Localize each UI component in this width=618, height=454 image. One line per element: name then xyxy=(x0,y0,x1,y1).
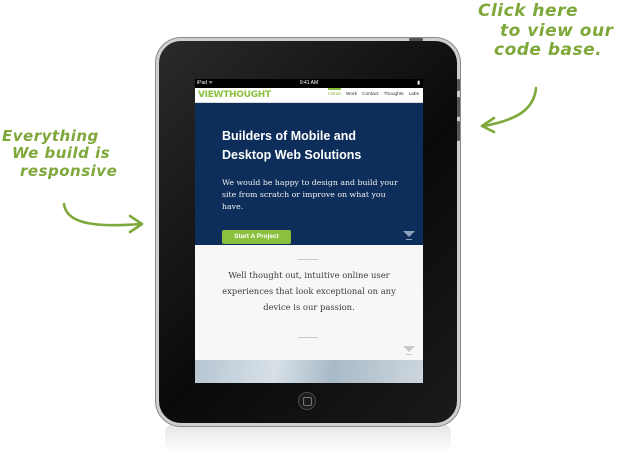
arrow-to-device-icon xyxy=(480,86,538,134)
tablet-device: iPad ᯤ 9:41 AM ▮ VIEWTHOUGHT Home Work C… xyxy=(159,38,460,423)
scroll-down-icon[interactable] xyxy=(403,346,415,356)
home-button[interactable] xyxy=(298,392,316,410)
divider xyxy=(298,337,318,338)
annotation-line: to view our xyxy=(500,20,614,41)
mute-switch xyxy=(457,79,460,91)
volume-up-button xyxy=(457,97,460,117)
site-logo[interactable]: VIEWTHOUGHT xyxy=(198,90,271,100)
annotation-line: We build is xyxy=(12,144,111,163)
device-screen: iPad ᯤ 9:41 AM ▮ VIEWTHOUGHT Home Work C… xyxy=(195,79,423,383)
volume-down-button xyxy=(457,121,460,141)
annotation-line: code base. xyxy=(494,40,603,61)
next-section-preview xyxy=(195,360,423,383)
nav-thoughts[interactable]: Thoughts xyxy=(384,92,404,97)
hero-heading: Builders of Mobile and Desktop Web Solut… xyxy=(222,129,362,162)
power-button xyxy=(409,38,423,41)
nav-contact[interactable]: Contact xyxy=(362,92,379,97)
nav-work[interactable]: Work xyxy=(346,92,357,97)
status-bar: iPad ᯤ 9:41 AM ▮ xyxy=(195,79,423,88)
nav-labs[interactable]: Labs xyxy=(409,92,419,97)
annotation-line: responsive xyxy=(20,161,118,180)
hero-description: We would be happy to design and build yo… xyxy=(222,178,398,211)
annotation-view-code: Click here to view our code base. xyxy=(478,1,614,61)
hero-section: Builders of Mobile and Desktop Web Solut… xyxy=(195,103,423,245)
divider xyxy=(298,259,318,260)
clock-label: 9:41 AM xyxy=(299,80,319,86)
device-reflection xyxy=(165,424,451,454)
tagline-section: Well thought out, intuitive online user … xyxy=(195,245,423,360)
site-nav: Home Work Contact Thoughts Labs xyxy=(328,88,419,97)
annotation-line: Click here xyxy=(478,1,578,21)
site-header: VIEWTHOUGHT Home Work Contact Thoughts L… xyxy=(195,88,423,103)
battery-icon: ▮ xyxy=(417,80,420,86)
tagline-text: Well thought out, intuitive online user … xyxy=(222,270,396,312)
scroll-down-icon[interactable] xyxy=(403,231,415,241)
arrow-to-screen-icon xyxy=(62,202,144,234)
nav-home[interactable]: Home xyxy=(328,88,341,97)
start-project-button[interactable]: Start A Project xyxy=(222,230,291,244)
annotation-line: Everything xyxy=(2,127,99,145)
annotation-responsive: Everything We build is responsive xyxy=(2,127,118,180)
